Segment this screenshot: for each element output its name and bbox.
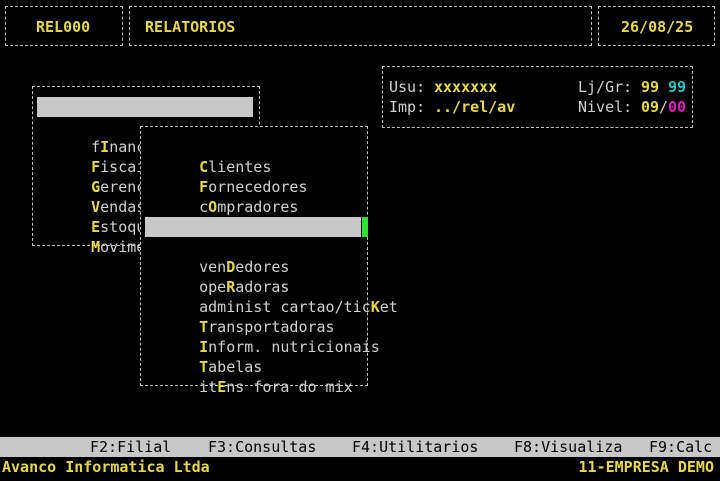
submenu-item-itens-fora-do-mix[interactable]: itEns fora do mix bbox=[163, 357, 353, 396]
submenu-item-produtos[interactable]: Produtos bbox=[163, 197, 271, 236]
f4-utilitarios-key[interactable]: F4:Utilitarios bbox=[352, 437, 478, 457]
store-group-label: Lj/Gr: bbox=[578, 78, 633, 96]
level-value: 09 bbox=[641, 98, 660, 116]
function-key-bar: F2:Filial F3:Consultas F4:Utilitarios F8… bbox=[0, 437, 720, 457]
f9-calc-key[interactable]: F9:Calc bbox=[649, 437, 712, 457]
screen-title: RELATORIOS bbox=[145, 18, 236, 36]
submenu-item-fornecedores[interactable]: Fornecedores bbox=[163, 157, 307, 196]
submenu-item-inform-nutricionais[interactable]: Inform. nutricionais bbox=[163, 317, 380, 356]
current-date: 26/08/25 bbox=[621, 18, 694, 36]
program-code: REL000 bbox=[36, 18, 91, 36]
store-value: 99 bbox=[641, 78, 660, 96]
submenu-item-ponto-de-venda[interactable]: û ponto de Venda bbox=[145, 217, 361, 256]
screen-title-box: RELATORIOS bbox=[129, 6, 592, 46]
submenu-item-compradores[interactable]: cOmpradores bbox=[163, 177, 298, 216]
submenu-item-transportadoras[interactable]: Transportadoras bbox=[163, 297, 334, 336]
f3-consultas-key[interactable]: F3:Consultas bbox=[208, 437, 316, 457]
submenu-item-operadoras[interactable]: opeRadoras bbox=[163, 257, 289, 296]
submenu-item-vendedores[interactable]: venDedores bbox=[163, 237, 289, 276]
user-value: xxxxxxx bbox=[434, 78, 498, 96]
level-separator: / bbox=[659, 98, 669, 116]
submenu-item-clientes[interactable]: Clientes bbox=[163, 137, 271, 176]
f2-filial-key[interactable]: F2:Filial bbox=[90, 437, 171, 457]
f8-visualiza-key[interactable]: F8:Visualiza bbox=[514, 437, 622, 457]
submenu-cadastros: Clientes Fornecedores cOmpradores Produt… bbox=[140, 126, 398, 396]
cursor-indicator bbox=[362, 217, 368, 237]
printer-label: Imp: bbox=[389, 98, 426, 116]
main-menu-item-cadastros[interactable]: û Cadastros bbox=[37, 97, 253, 136]
level-value-secondary: 00 bbox=[668, 98, 687, 116]
date-box: 26/08/25 bbox=[598, 6, 715, 46]
submenu-item-administradoras-cartao[interactable]: administ cartao/ticKet bbox=[163, 277, 398, 316]
group-value: 99 bbox=[668, 78, 687, 96]
main-menu-item-vendas[interactable]: Vendas bbox=[55, 177, 145, 216]
program-code-box: REL000 bbox=[5, 6, 123, 46]
printer-value: ../rel/av bbox=[434, 98, 516, 116]
submenu-item-tabelas[interactable]: Tabelas bbox=[163, 337, 262, 376]
branch-name: 11-EMPRESA DEMO bbox=[578, 458, 714, 476]
session-info-box: Usu: xxxxxxx Lj/Gr: 99 99 Imp: ../rel/av… bbox=[382, 66, 693, 128]
user-label: Usu: bbox=[389, 78, 426, 96]
level-label: Nivel: bbox=[578, 98, 633, 116]
company-name: Avanco Informatica Ltda bbox=[2, 458, 210, 476]
